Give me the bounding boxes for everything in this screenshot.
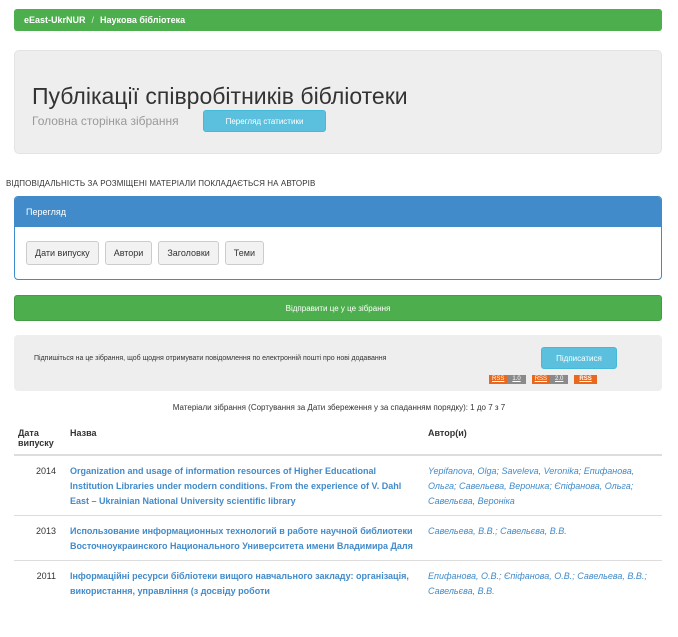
item-authors-link[interactable]: Yepifanova, Olga; Saveleva, Veronika; Еп… [428, 466, 634, 506]
item-authors-link[interactable]: Савельева, В.В.; Савельєва, В.В. [428, 526, 567, 536]
item-title-cell: Использование информационных технологий … [66, 515, 424, 561]
rss-1-feed-link[interactable]: RSS 1.0 [489, 375, 526, 384]
item-year: 2013 [14, 515, 66, 561]
page-title: Публікації співробітників бібліотеки [32, 83, 408, 109]
subscribe-panel: Підпишіться на це зібрання, щоб щодня от… [14, 335, 662, 391]
browse-by-author-button[interactable]: Автори [104, 241, 153, 265]
submit-to-collection-button[interactable]: Відправити це у це зібрання [14, 295, 662, 321]
breadcrumb-current: Наукова бібліотека [100, 15, 186, 25]
item-title-link[interactable]: Organization and usage of information re… [70, 466, 401, 506]
item-title-cell: Organization and usage of information re… [66, 454, 424, 516]
item-authors-link[interactable]: Епифанова, О.В.; Єпіфанова, О.В.; Савель… [428, 571, 647, 596]
column-header-authors[interactable]: Автор(и) [424, 420, 662, 456]
column-header-title[interactable]: Назва [66, 420, 424, 456]
item-authors-cell: Yepifanova, Olga; Saveleva, Veronika; Еп… [424, 454, 662, 516]
rss-feed-icon: RSS [531, 375, 551, 384]
subscribe-button[interactable]: Підписатися [541, 347, 617, 369]
table-row: 2014 Organization and usage of informati… [14, 454, 662, 516]
rss-2-feed-link[interactable]: RSS 2.0 [531, 375, 569, 384]
feed-version-label: 1.0 [507, 375, 526, 384]
table-row: 2013 Использование информационных технол… [14, 515, 662, 561]
item-year: 2011 [14, 560, 66, 605]
item-title-cell: Інформаційні ресурси бібліотеки вищого н… [66, 560, 424, 605]
table-row: 2011 Інформаційні ресурси бібліотеки вищ… [14, 560, 662, 605]
page-subtitle: Головна сторінка зібрання [32, 114, 179, 128]
browse-panel-heading: Перегляд [15, 197, 661, 227]
item-year: 2014 [14, 454, 66, 516]
browse-panel: Перегляд Дати випуску Автори Заголовки Т… [14, 196, 662, 280]
item-authors-cell: Савельева, В.В.; Савельєва, В.В. [424, 515, 662, 561]
browse-buttons: Дати випуску Автори Заголовки Теми [26, 241, 265, 265]
view-statistics-button[interactable]: Перегляд статистики [203, 110, 326, 132]
table-header-row: Дата випуску Назва Автор(и) [14, 420, 662, 456]
breadcrumb-separator: / [91, 15, 95, 25]
browse-by-subject-button[interactable]: Теми [224, 241, 265, 265]
responsibility-notice: ВІДПОВІДАЛЬНІСТЬ ЗА РОЗМІЩЕНІ МАТЕРІАЛИ … [6, 179, 316, 188]
feed-version-label: 2.0 [550, 375, 569, 384]
item-title-link[interactable]: Использование информационных технологий … [70, 526, 413, 551]
rss-feed-link[interactable]: RSS [574, 375, 597, 384]
breadcrumb: eEast-UkrNUR / Наукова бібліотека [14, 9, 662, 31]
collection-header: Публікації співробітників бібліотеки Гол… [14, 50, 662, 154]
item-title-link[interactable]: Інформаційні ресурси бібліотеки вищого н… [70, 571, 409, 596]
browse-by-title-button[interactable]: Заголовки [158, 241, 219, 265]
column-header-date[interactable]: Дата випуску [14, 420, 66, 456]
breadcrumb-home-link[interactable]: eEast-UkrNUR [24, 15, 86, 25]
items-caption: Матеріали зібрання (Сортування за Дати з… [172, 403, 506, 412]
browse-by-date-button[interactable]: Дати випуску [26, 241, 99, 265]
items-table: Дата випуску Назва Автор(и) 2014 Organiz… [14, 420, 662, 605]
subscribe-text: Підпишіться на це зібрання, щоб щодня от… [34, 355, 387, 362]
rss-feed-icon: RSS [489, 375, 508, 384]
feed-links: RSS 1.0 RSS 2.0 RSS [489, 375, 597, 384]
item-authors-cell: Епифанова, О.В.; Єпіфанова, О.В.; Савель… [424, 560, 662, 605]
